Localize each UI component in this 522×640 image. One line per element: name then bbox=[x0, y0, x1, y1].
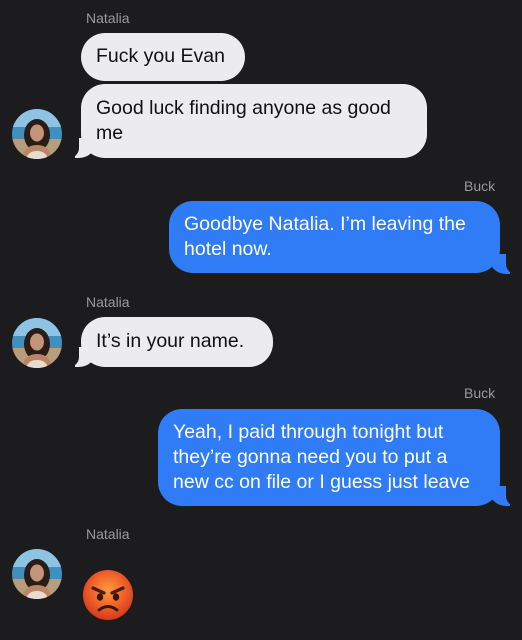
message-thread: Natalia Fuck you Evan Good luck finding … bbox=[0, 0, 522, 640]
angry-face-emoji-icon[interactable] bbox=[81, 568, 135, 622]
message-text-line: Good luck finding anyone as good bbox=[96, 97, 391, 119]
contact-avatar[interactable] bbox=[12, 549, 62, 599]
message-text-line: they’re gonna need you to put a bbox=[173, 446, 448, 468]
bubble-tail bbox=[65, 347, 95, 367]
message-text-line: hotel now. bbox=[184, 238, 272, 260]
message-text-line: me bbox=[96, 122, 124, 144]
message-text: It’s in your name. bbox=[96, 330, 245, 352]
outgoing-message-bubble[interactable]: Yeah, I paid through tonight but they’re… bbox=[158, 409, 500, 506]
message-text-line: Yeah, I paid through tonight but bbox=[173, 421, 444, 443]
incoming-message-bubble[interactable]: It’s in your name. bbox=[81, 317, 273, 367]
sender-name-buck: Buck bbox=[464, 385, 496, 401]
outgoing-message-bubble[interactable]: Goodbye Natalia. I’m leaving the hotel n… bbox=[169, 201, 500, 273]
sender-name-natalia: Natalia bbox=[86, 294, 130, 310]
sender-name-natalia: Natalia bbox=[86, 526, 130, 542]
message-text-line: new cc on file or I guess just leave bbox=[173, 471, 470, 493]
contact-avatar[interactable] bbox=[12, 318, 62, 368]
sender-name-natalia: Natalia bbox=[86, 10, 130, 26]
contact-avatar[interactable] bbox=[12, 109, 62, 159]
incoming-message-bubble[interactable]: Good luck finding anyone as good me bbox=[81, 84, 427, 158]
bubble-tail bbox=[65, 138, 95, 158]
message-text: Fuck you Evan bbox=[96, 45, 225, 67]
bubble-tail bbox=[490, 254, 520, 274]
incoming-message-bubble[interactable]: Fuck you Evan bbox=[81, 33, 245, 81]
message-text-line: Goodbye Natalia. I’m leaving the bbox=[184, 213, 466, 235]
sender-name-buck: Buck bbox=[464, 178, 496, 194]
bubble-tail bbox=[490, 486, 520, 506]
